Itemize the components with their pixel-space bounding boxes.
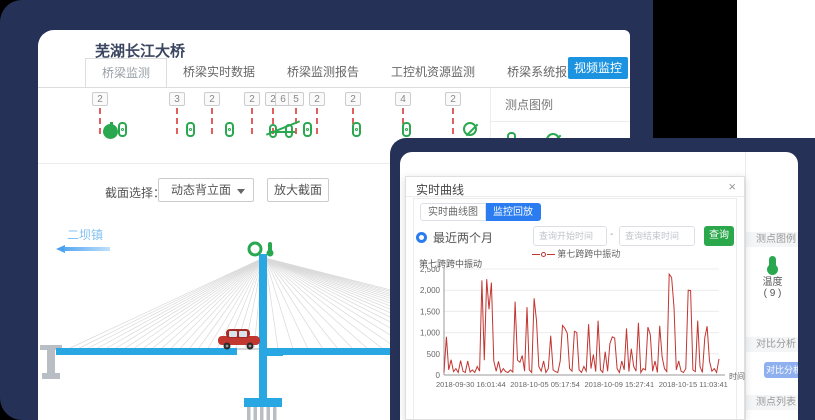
- black-region: [653, 0, 737, 145]
- chart-legend-label: 第七跨跨中振动: [557, 249, 620, 259]
- svg-text:2,000: 2,000: [420, 286, 441, 295]
- dialog-tab-0[interactable]: 实时曲线图: [420, 203, 486, 221]
- link-pair-icon[interactable]: [269, 122, 299, 139]
- alarm-dash-line: [99, 108, 101, 134]
- svg-text:2018-10-09 15:27:41: 2018-10-09 15:27:41: [585, 380, 655, 389]
- link-icon[interactable]: [225, 122, 234, 137]
- vibration-chart: 0 500 1,000 1,500 2,000 2,500 2018-09-30 16:01…: [406, 267, 746, 417]
- svg-text:1,500: 1,500: [420, 307, 441, 316]
- alarm-dash-line: [452, 108, 454, 134]
- alarm-dash-line: [251, 108, 253, 134]
- temperature-label: 温度: [763, 277, 783, 288]
- section-select-value: 动态背立面: [171, 183, 231, 197]
- sensor-count-badge[interactable]: 2: [345, 92, 361, 106]
- svg-text:2018-10-05 05:17:54: 2018-10-05 05:17:54: [510, 380, 580, 389]
- start-time-input[interactable]: [533, 226, 607, 246]
- section-select[interactable]: 动态背立面: [158, 178, 254, 202]
- svg-text:500: 500: [427, 350, 441, 359]
- background-window-top: [737, 0, 815, 150]
- sensor-count-badge[interactable]: 2: [244, 92, 260, 106]
- right-sidebar: 测点图例 温度 ( 9 ) 对比分析 对比分析 测点列表: [745, 152, 798, 420]
- main-tab-0[interactable]: 桥梁监测: [85, 58, 167, 88]
- temperature-count: ( 9 ): [764, 288, 782, 299]
- legend-panel: 测点图例: [490, 88, 630, 140]
- sensor-count-badge[interactable]: 4: [395, 92, 411, 106]
- range-separator: -: [610, 229, 613, 240]
- radio-selected-icon[interactable]: [416, 232, 427, 243]
- compare-analysis-button[interactable]: 对比分析: [764, 362, 798, 378]
- alarm-dash-line: [211, 108, 213, 134]
- sensor-count-badge[interactable]: 2: [204, 92, 220, 106]
- svg-text:0: 0: [436, 371, 441, 380]
- link-icon[interactable]: [118, 122, 127, 137]
- thermometer-icon: [769, 256, 776, 270]
- offline-icon[interactable]: [463, 122, 477, 136]
- video-monitor-button[interactable]: 视频监控: [568, 57, 628, 79]
- sensor-count-badge[interactable]: 2: [309, 92, 325, 106]
- link-icon[interactable]: [303, 122, 312, 137]
- temperature-item[interactable]: 温度 ( 9 ): [746, 256, 798, 299]
- sensor-count-badge[interactable]: 2: [445, 92, 461, 106]
- svg-text:时间: 时间: [729, 371, 745, 381]
- section-select-label: 截面选择：: [105, 184, 165, 201]
- query-button[interactable]: 查询: [704, 226, 734, 246]
- legend-marker-icon: [541, 252, 546, 257]
- sidebar-legend-header: 测点图例: [746, 232, 798, 247]
- link-icon[interactable]: [186, 122, 195, 137]
- svg-text:2018-09-30 16:01:44: 2018-09-30 16:01:44: [436, 380, 506, 389]
- svg-text:2,500: 2,500: [420, 267, 441, 274]
- main-tab-3[interactable]: 工控机资源监测: [375, 58, 491, 88]
- sensor-count-badge[interactable]: 2: [92, 92, 108, 106]
- close-icon[interactable]: ×: [728, 179, 736, 194]
- sensor-count-badge[interactable]: 5: [288, 92, 304, 106]
- recent-range-radio[interactable]: 最近两个月: [416, 227, 493, 247]
- divider: [491, 121, 630, 122]
- svg-text:2018-10-15 11:03:41: 2018-10-15 11:03:41: [659, 380, 728, 389]
- realtime-curve-dialog: 实时曲线 × 实时曲线图监控回放 最近两个月 - 查询 第七跨跨中振动 第七跨跨…: [405, 176, 745, 420]
- tab-bar: 桥梁监测桥梁实时数据桥梁监测报告工控机资源监测桥梁系统报警: [85, 58, 550, 88]
- chevron-down-icon: [237, 189, 245, 194]
- dialog-tab-bar: 实时曲线图监控回放: [420, 203, 541, 221]
- link-icon[interactable]: [402, 122, 411, 137]
- main-tab-1[interactable]: 桥梁实时数据: [167, 58, 271, 88]
- alarm-dash-line: [316, 108, 318, 134]
- sidebar-list-header: 测点列表: [746, 395, 798, 410]
- svg-text:1,000: 1,000: [420, 329, 441, 338]
- zoom-section-button[interactable]: 放大截面: [267, 178, 329, 202]
- sidebar-compare-header: 对比分析: [746, 337, 798, 352]
- alarm-dash-line: [176, 108, 178, 134]
- link-icon[interactable]: [352, 122, 361, 137]
- radio-label: 最近两个月: [433, 229, 493, 246]
- legend-panel-title: 测点图例: [505, 96, 630, 113]
- divider: [406, 196, 744, 197]
- screenshot-canvas: 芜湖长江大桥 桥梁监测桥梁实时数据桥梁监测报告工控机资源监测桥梁系统报警 视频监…: [0, 0, 815, 420]
- main-tab-2[interactable]: 桥梁监测报告: [271, 58, 375, 88]
- sensor-count-badge[interactable]: 3: [169, 92, 185, 106]
- dialog-tab-1[interactable]: 监控回放: [486, 203, 541, 221]
- gauge-icon[interactable]: [103, 124, 118, 139]
- end-time-input[interactable]: [619, 226, 695, 246]
